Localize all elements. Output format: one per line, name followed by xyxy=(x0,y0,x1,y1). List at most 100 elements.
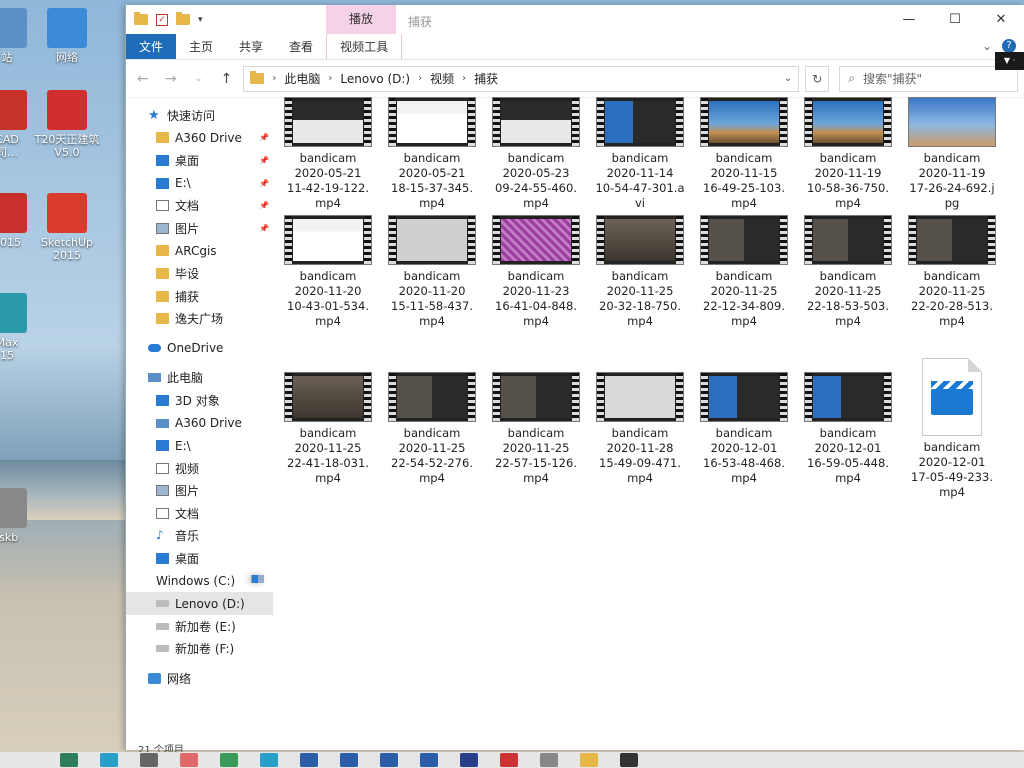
taskbar-app-icon[interactable] xyxy=(420,753,438,767)
file-item[interactable]: bandicam 2020-11-20 10-43-01-534. mp4 xyxy=(278,215,378,329)
nav-item[interactable]: 此电脑 xyxy=(126,367,273,390)
tab-share[interactable]: 共享 xyxy=(226,34,276,59)
taskbar-app-icon[interactable] xyxy=(60,753,78,767)
taskbar-app-icon[interactable] xyxy=(140,753,158,767)
recent-locations-icon[interactable]: ⌄ xyxy=(188,74,210,84)
properties-icon[interactable]: ✓ xyxy=(156,13,168,26)
nav-item[interactable]: 网络 xyxy=(126,667,273,690)
folder-icon xyxy=(134,12,148,25)
network-icon xyxy=(148,673,161,685)
nav-item[interactable]: 视频 xyxy=(126,457,273,480)
desktop-shortcut[interactable]: .skb xyxy=(0,488,42,544)
nav-item[interactable]: 逸夫广场 xyxy=(126,307,273,330)
file-item[interactable]: bandicam 2020-11-20 15-11-58-437. mp4 xyxy=(382,215,482,329)
desktop-shortcut[interactable]: SketchUp 2015 xyxy=(32,193,102,262)
file-item[interactable]: bandicam 2020-05-21 18-15-37-345. mp4 xyxy=(382,97,482,211)
desktop-shortcut[interactable]: 网络 xyxy=(32,8,102,64)
file-item[interactable]: bandicam 2020-11-25 22-18-53-503. mp4 xyxy=(798,215,898,329)
nav-item[interactable]: 毕设 xyxy=(126,262,273,285)
file-item[interactable]: bandicam 2020-12-01 16-59-05-448. mp4 xyxy=(798,372,898,486)
taskbar-app-icon[interactable] xyxy=(540,753,558,767)
nav-item[interactable]: ARCgis xyxy=(126,240,273,263)
breadcrumb-videos[interactable]: 视频 xyxy=(430,70,454,87)
customize-toolbar-icon[interactable]: ▾ xyxy=(198,15,203,25)
nav-item[interactable]: Windows (C:) xyxy=(126,570,273,593)
nav-item[interactable]: ★ 快速访问 xyxy=(126,104,273,127)
nav-item[interactable]: 图片 xyxy=(126,480,273,503)
file-item[interactable]: bandicam 2020-11-25 22-20-28-513. mp4 xyxy=(902,215,1002,329)
breadcrumb-this-pc[interactable]: 此电脑 xyxy=(284,70,320,87)
desktop-shortcut[interactable]: Max 15 xyxy=(0,293,42,362)
nav-item[interactable]: 3D 对象 xyxy=(126,389,273,412)
taskbar-app-icon[interactable] xyxy=(100,753,118,767)
file-item[interactable]: bandicam 2020-11-15 16-49-25-103. mp4 xyxy=(694,97,794,211)
nav-item[interactable]: Lenovo (D:) xyxy=(126,592,273,616)
maximize-button[interactable]: ☐ xyxy=(932,5,978,34)
video-thumbnail xyxy=(804,215,892,265)
chevron-down-icon[interactable]: ⌄ xyxy=(784,73,792,84)
forward-arrow-icon[interactable]: → xyxy=(160,71,182,87)
desktop-shortcut[interactable]: T20天正建筑 V5.0 xyxy=(32,90,102,159)
minimize-button[interactable]: — xyxy=(886,5,932,34)
taskbar-app-icon[interactable] xyxy=(460,753,478,767)
tab-video-tools[interactable]: 视频工具 xyxy=(326,34,403,59)
nav-item[interactable]: OneDrive xyxy=(126,337,273,360)
taskbar-app-icon[interactable] xyxy=(340,753,358,767)
nav-item[interactable]: E:\ 📌 xyxy=(126,172,273,195)
chevron-right-icon[interactable]: › xyxy=(268,73,280,84)
back-arrow-icon[interactable]: ← xyxy=(132,71,154,87)
file-item[interactable]: bandicam 2020-05-23 09-24-55-460. mp4 xyxy=(486,97,586,211)
file-item[interactable]: bandicam 2020-11-25 22-57-15-126. mp4 xyxy=(486,372,586,486)
chevron-right-icon[interactable]: › xyxy=(458,73,470,84)
nav-item[interactable]: ♪ 音乐 xyxy=(126,525,273,548)
tab-file[interactable]: 文件 xyxy=(126,34,177,59)
nav-item[interactable]: 新加卷 (F:) xyxy=(126,638,273,661)
file-item[interactable]: bandicam 2020-11-25 22-54-52-276. mp4 xyxy=(382,372,482,486)
taskbar-app-icon[interactable] xyxy=(220,753,238,767)
nav-item[interactable]: A360 Drive 📌 xyxy=(126,127,273,150)
taskbar-app-icon[interactable] xyxy=(300,753,318,767)
taskbar-app-icon[interactable] xyxy=(180,753,198,767)
popup-collapse-icon[interactable]: ▼ · xyxy=(995,52,1024,70)
chevron-right-icon[interactable]: › xyxy=(414,73,426,84)
video-thumbnail xyxy=(596,372,684,422)
nav-item[interactable]: 文档 xyxy=(126,502,273,525)
file-item[interactable]: bandicam 2020-11-25 22-12-34-809. mp4 xyxy=(694,215,794,329)
file-item[interactable]: bandicam 2020-11-19 10-58-36-750. mp4 xyxy=(798,97,898,211)
breadcrumb-capture[interactable]: 捕获 xyxy=(474,70,498,87)
help-icon[interactable]: ? xyxy=(1002,39,1016,53)
close-button[interactable]: ✕ xyxy=(978,5,1024,34)
new-folder-icon[interactable] xyxy=(176,12,190,25)
file-item[interactable]: bandicam 2020-11-19 17-26-24-692.j pg xyxy=(902,97,1002,211)
nav-item[interactable]: 文档 📌 xyxy=(126,194,273,217)
file-item[interactable]: bandicam 2020-11-14 10-54-47-301.a vi xyxy=(590,97,690,211)
file-item[interactable]: bandicam 2020-05-21 11-42-19-122. mp4 xyxy=(278,97,378,211)
nav-item[interactable]: 捕获 xyxy=(126,285,273,308)
file-item[interactable]: bandicam 2020-11-23 16-41-04-848. mp4 xyxy=(486,215,586,329)
taskbar-app-icon[interactable] xyxy=(580,753,598,767)
nav-item[interactable]: A360 Drive xyxy=(126,412,273,435)
file-item[interactable]: bandicam 2020-11-28 15-49-09-471. mp4 xyxy=(590,372,690,486)
nav-item[interactable]: 桌面 📌 xyxy=(126,149,273,172)
address-bar[interactable]: › 此电脑 › Lenovo (D:) › 视频 › 捕获 ⌄ xyxy=(243,65,800,92)
taskbar-app-icon[interactable] xyxy=(260,753,278,767)
file-item[interactable]: bandicam 2020-11-25 22-41-18-031. mp4 xyxy=(278,372,378,486)
file-item[interactable]: bandicam 2020-12-01 17-05-49-233. mp4 xyxy=(902,358,1002,500)
taskbar-app-icon[interactable] xyxy=(500,753,518,767)
nav-item[interactable]: 新加卷 (E:) xyxy=(126,615,273,638)
tab-view[interactable]: 查看 xyxy=(276,34,326,59)
file-item[interactable]: bandicam 2020-11-25 20-32-18-750. mp4 xyxy=(590,215,690,329)
up-arrow-icon[interactable]: ↑ xyxy=(216,71,238,87)
breadcrumb-lenovo-d[interactable]: Lenovo (D:) xyxy=(340,72,410,86)
nav-item[interactable]: E:\ xyxy=(126,434,273,457)
expand-ribbon-icon[interactable]: ⌄ xyxy=(982,39,992,53)
nav-item[interactable]: 桌面 xyxy=(126,547,273,570)
search-input[interactable]: ⌕ 搜索"捕获" xyxy=(839,65,1019,92)
chevron-right-icon[interactable]: › xyxy=(324,73,336,84)
tab-home[interactable]: 主页 xyxy=(176,34,226,59)
taskbar-app-icon[interactable] xyxy=(620,753,638,767)
refresh-button[interactable]: ↻ xyxy=(805,65,830,92)
taskbar-app-icon[interactable] xyxy=(380,753,398,767)
nav-item[interactable]: 图片 📌 xyxy=(126,217,273,240)
file-item[interactable]: bandicam 2020-12-01 16-53-48-468. mp4 xyxy=(694,372,794,486)
